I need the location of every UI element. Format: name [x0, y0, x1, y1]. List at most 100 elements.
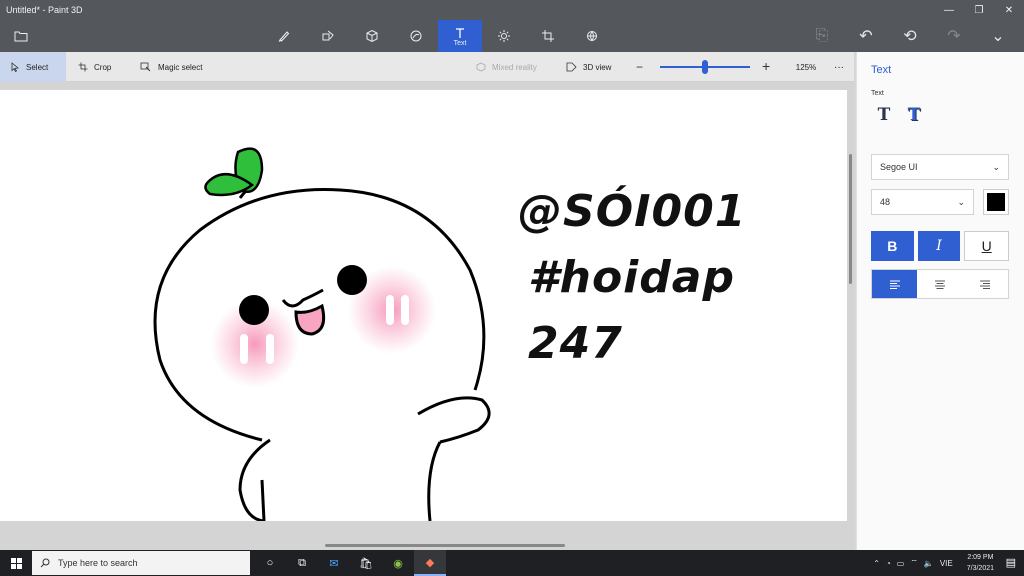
window-controls: — ❐ ✕ [934, 0, 1024, 20]
brush-icon [278, 31, 290, 42]
tool-stickers[interactable] [394, 20, 438, 52]
alignment-buttons [871, 269, 1009, 299]
view-3d-button[interactable]: 3D view [556, 52, 621, 82]
canvas-text-line-2[interactable]: #hoidap [528, 252, 735, 303]
search-placeholder: Type here to search [58, 558, 138, 568]
taskbar: Type here to search ○ ⧉ ✉ 🛍 ◉ ◆ ⌃ ◔ ▭ ⌔ … [0, 550, 1024, 576]
tool-3d-library[interactable] [570, 20, 614, 52]
magic-select-label: Magic select [158, 62, 203, 72]
tool-3d-shapes[interactable] [350, 20, 394, 52]
paint-3d-taskbar-icon[interactable]: ◆ [414, 550, 446, 576]
cute-character-drawing [153, 147, 491, 521]
crop-canvas-icon [542, 30, 554, 42]
sun-icon [498, 30, 510, 42]
browser-icon[interactable]: ◉ [382, 550, 414, 576]
align-left-button[interactable] [872, 270, 918, 298]
cube-icon [366, 29, 378, 43]
more-options-button[interactable]: ··· [828, 52, 850, 82]
task-view-icon[interactable]: ⧉ [286, 550, 318, 576]
shapes-2d-icon [322, 30, 334, 41]
text-color-picker[interactable] [983, 189, 1009, 215]
cursor-select-icon [11, 62, 19, 72]
zoom-level[interactable]: 125% [788, 52, 824, 82]
clock[interactable]: 2:09 PM 7/3/2021 [967, 552, 994, 574]
text-t-icon [456, 27, 464, 38]
canvas-area: @SÓI001 #hoidap 247 [0, 82, 854, 550]
mail-icon[interactable]: ✉ [318, 550, 350, 576]
main-toolbar: Text ⎘ ↶ ⟲ ↷ ⌄ [0, 20, 1024, 52]
windows-logo-icon [10, 557, 22, 569]
zoom-out-button[interactable]: − [636, 60, 643, 74]
language-indicator[interactable]: VIE [940, 559, 953, 568]
canvas-text-line-1[interactable]: @SÓI001 [518, 186, 746, 237]
view-3d-label: 3D view [583, 62, 612, 72]
network-icon[interactable]: ◔ [886, 559, 891, 568]
history-icon[interactable]: ⟲ [888, 20, 932, 52]
chevron-down-icon: ⌄ [992, 161, 1000, 172]
canvas-text-line-3[interactable]: 247 [528, 318, 623, 369]
wifi-icon[interactable]: ⌔ [910, 558, 918, 568]
library-icon [587, 31, 597, 42]
close-button[interactable]: ✕ [994, 0, 1024, 20]
vertical-scrollbar[interactable] [849, 154, 852, 284]
chevron-up-icon[interactable]: ⌃ [873, 559, 880, 568]
align-right-icon [980, 280, 991, 289]
tool-text[interactable]: Text [438, 20, 482, 52]
zoom-slider-thumb[interactable] [702, 60, 708, 74]
maximize-button[interactable]: ❐ [964, 0, 994, 20]
search-icon [40, 558, 50, 568]
menu-button[interactable] [8, 26, 34, 46]
align-center-button[interactable] [917, 270, 962, 298]
text-3d-icon[interactable]: T [905, 105, 923, 125]
paste-icon[interactable]: ⎘ [800, 20, 844, 52]
format-buttons: B I U [871, 231, 1010, 261]
tool-tabs: Text [262, 20, 614, 52]
select-button[interactable]: Select [0, 52, 66, 82]
panel-title: Text [871, 64, 892, 76]
tool-brushes[interactable] [262, 20, 306, 52]
tool-2d-shapes[interactable] [306, 20, 350, 52]
align-right-button[interactable] [963, 270, 1008, 298]
panel-section-label: Text [871, 90, 884, 97]
font-size-dropdown[interactable]: 48 ⌄ [871, 189, 974, 215]
horizontal-scrollbar[interactable] [325, 544, 565, 547]
sticker-icon [410, 30, 422, 42]
zoom-control: − + [630, 52, 780, 82]
undo-icon[interactable]: ↶ [844, 20, 888, 52]
crop-button[interactable]: Crop [68, 52, 121, 82]
volume-icon[interactable]: 🔈 [924, 559, 934, 568]
mixed-reality-button[interactable]: Mixed reality [466, 52, 547, 82]
minimize-button[interactable]: — [934, 0, 964, 20]
magic-select-button[interactable]: Magic select [130, 52, 212, 82]
redo-icon[interactable]: ↷ [932, 20, 976, 52]
text-2d-icon[interactable]: T [875, 105, 893, 125]
font-family-dropdown[interactable]: Segoe UI ⌄ [871, 154, 1009, 180]
clock-time: 2:09 PM [967, 554, 994, 561]
store-icon[interactable]: 🛍 [350, 550, 382, 576]
battery-icon[interactable]: ▭ [897, 559, 905, 568]
text-color-swatch [987, 193, 1005, 211]
chevron-down-icon[interactable]: ⌄ [976, 20, 1020, 52]
tool-effects[interactable] [482, 20, 526, 52]
font-family-value: Segoe UI [880, 162, 918, 172]
tool-text-label: Text [453, 39, 467, 47]
underline-button[interactable]: U [964, 231, 1010, 261]
taskbar-search-box[interactable]: Type here to search [32, 551, 250, 575]
title-bar: Untitled* - Paint 3D — ❐ ✕ [0, 0, 1024, 20]
drawing-canvas[interactable]: @SÓI001 #hoidap 247 [0, 90, 847, 521]
folder-icon [14, 31, 28, 42]
system-tray: ⌃ ◔ ▭ ⌔ 🔈 VIE 2:09 PM 7/3/2021 [873, 550, 994, 576]
crop-label: Crop [94, 62, 112, 72]
chevron-down-icon: ⌄ [957, 196, 965, 207]
start-button[interactable] [0, 550, 32, 576]
font-size-value: 48 [880, 197, 891, 207]
notification-icon[interactable]: ▤ [1006, 556, 1016, 569]
italic-button[interactable]: I [917, 231, 961, 261]
mixed-reality-icon [476, 62, 486, 72]
tool-canvas[interactable] [526, 20, 570, 52]
zoom-in-button[interactable]: + [762, 58, 770, 74]
window-title: Untitled* - Paint 3D [6, 5, 83, 15]
cortana-icon[interactable]: ○ [254, 550, 286, 576]
mixed-reality-label: Mixed reality [492, 62, 537, 72]
bold-button[interactable]: B [871, 231, 914, 261]
